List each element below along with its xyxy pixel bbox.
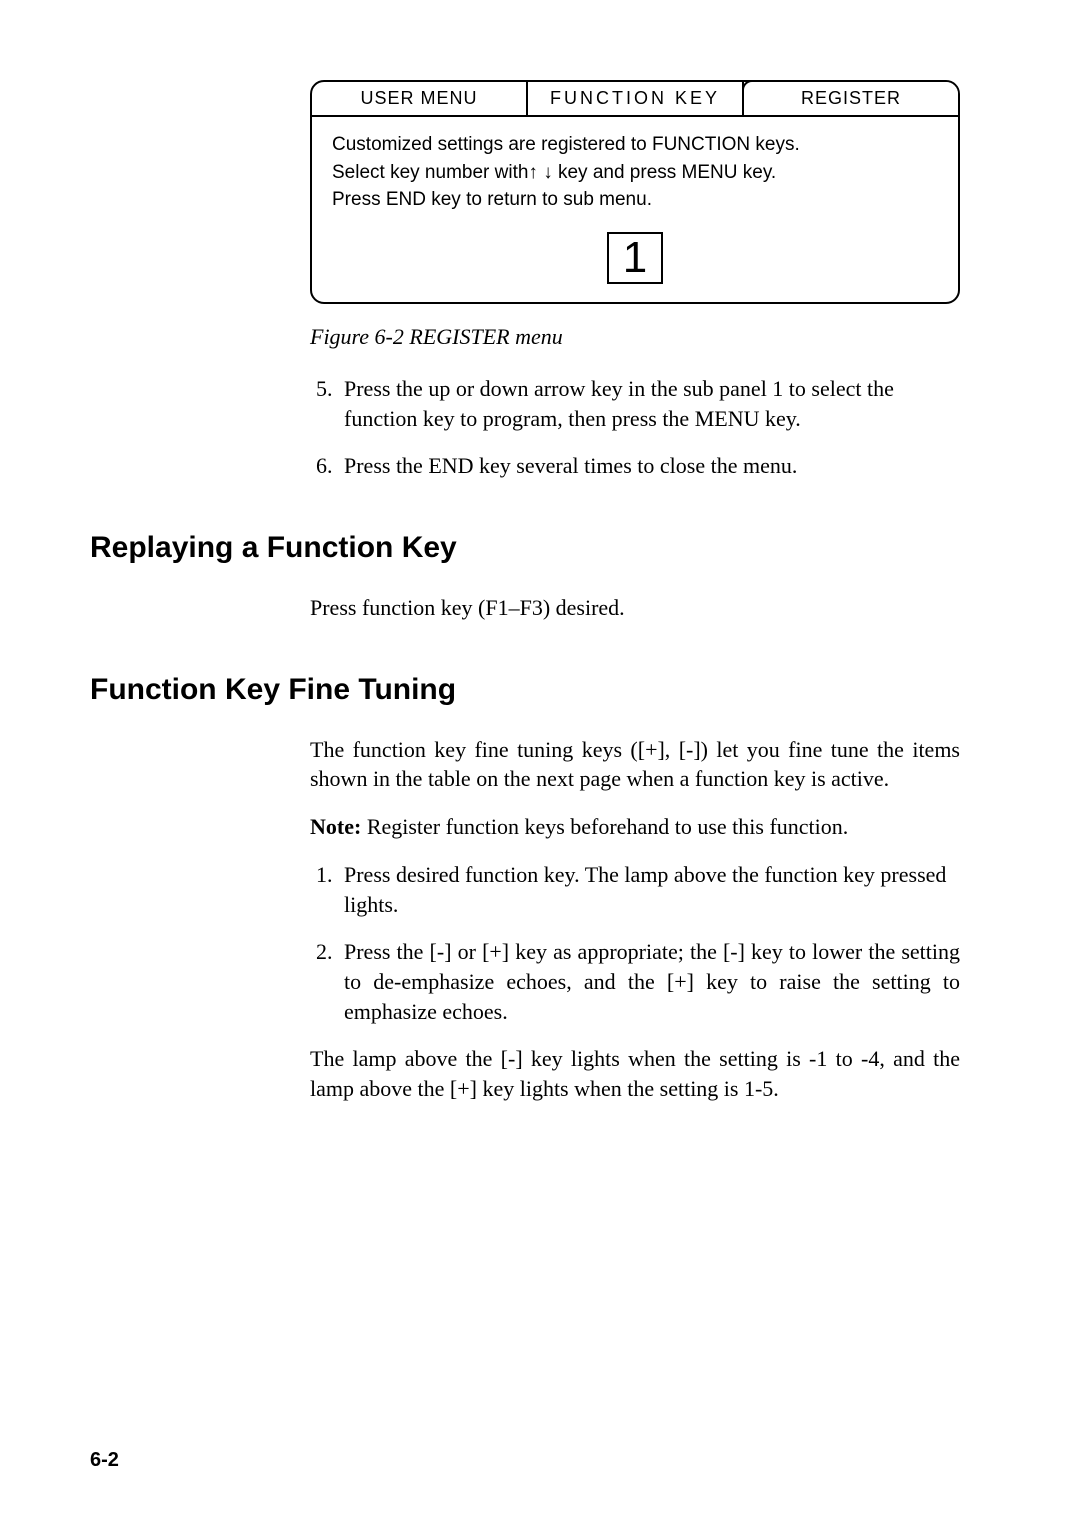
note-label: Note: [310, 814, 361, 839]
selected-key-number: 1 [607, 232, 663, 284]
steps-continued-list: Press the up or down arrow key in the su… [310, 374, 960, 481]
page-number: 6-2 [90, 1449, 119, 1472]
note-text: Register function keys beforehand to use… [361, 814, 848, 839]
step-6: Press the END key several times to close… [338, 451, 960, 481]
figure-caption: Figure 6-2 REGISTER menu [310, 324, 960, 350]
step-5-text: Press the up or down arrow key in the su… [344, 376, 894, 431]
menu-body-line1: Customized settings are registered to FU… [332, 131, 938, 159]
heading-finetune: Function Key Fine Tuning [90, 673, 990, 707]
step-6-text: Press the END key several times to close… [344, 453, 797, 478]
tab-user-menu: USER MENU [312, 82, 528, 115]
finetune-steps: Press desired function key. The lamp abo… [310, 860, 960, 1026]
finetune-para1: The function key fine tuning keys ([+], … [310, 735, 960, 794]
finetune-para-last: The lamp above the [-] key lights when t… [310, 1044, 960, 1103]
arrow-up-icon: ↑ [528, 162, 538, 183]
step-5: Press the up or down arrow key in the su… [338, 374, 960, 433]
menu-body-line2: Select key number with↑ ↓ key and press … [332, 159, 938, 187]
replay-body: Press function key (F1–F3) desired. [310, 593, 960, 623]
tab-register: REGISTER [742, 80, 960, 115]
finetune-step-2: Press the [-] or [+] key as appropriate;… [338, 937, 960, 1026]
finetune-step-1: Press desired function key. The lamp abo… [338, 860, 960, 919]
tab-function-key: FUNCTION KEY [528, 82, 744, 115]
menu-body-line3: Press END key to return to sub menu. [332, 186, 938, 214]
menu-body-line2-suffix: key and press MENU key. [553, 162, 777, 183]
heading-replaying: Replaying a Function Key [90, 531, 990, 565]
finetune-step-1-text: Press desired function key. The lamp abo… [344, 862, 946, 917]
menu-body: Customized settings are registered to FU… [312, 117, 958, 302]
selected-key-box: 1 [332, 232, 938, 284]
menu-tabs: USER MENU FUNCTION KEY REGISTER [312, 82, 958, 117]
finetune-step-2-text: Press the [-] or [+] key as appropriate;… [344, 939, 960, 1023]
menu-body-line2-prefix: Select key number with [332, 162, 528, 183]
finetune-note: Note: Register function keys beforehand … [310, 812, 960, 842]
arrow-down-icon: ↓ [543, 162, 553, 183]
register-menu-panel: USER MENU FUNCTION KEY REGISTER Customiz… [310, 80, 960, 304]
